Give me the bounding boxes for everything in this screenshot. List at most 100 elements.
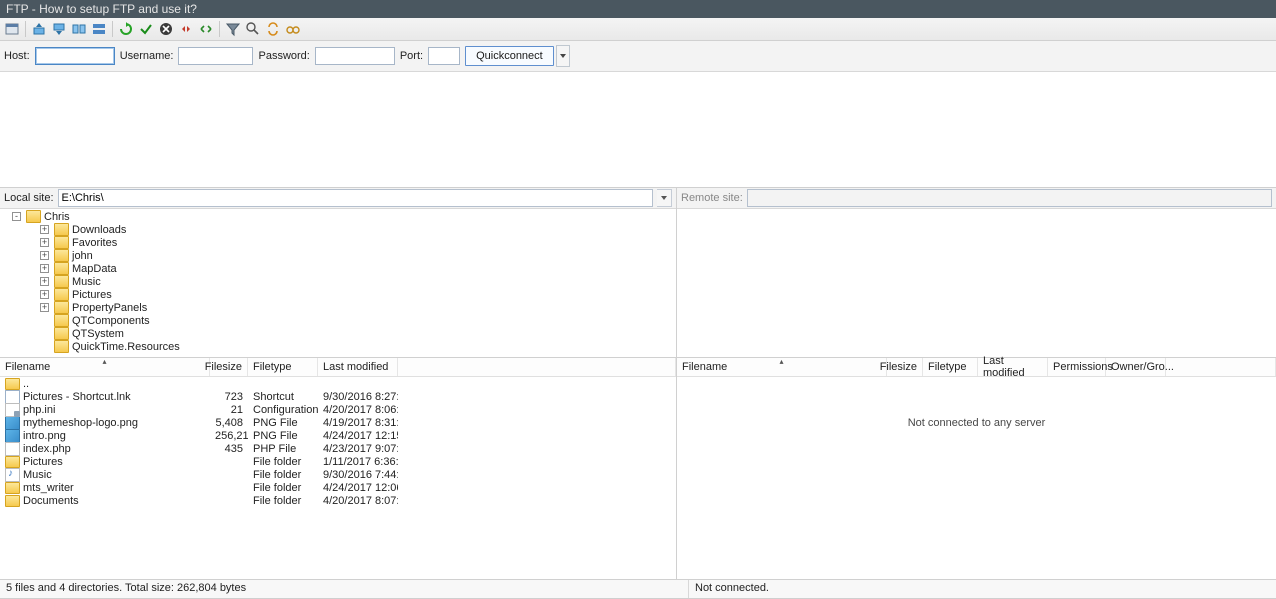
refresh-icon[interactable] [117, 20, 135, 38]
tree-item[interactable]: +Favorites [40, 236, 676, 249]
password-label: Password: [258, 50, 309, 62]
file-mod: 4/20/2017 8:07:31 ... [318, 495, 398, 507]
sync-icon[interactable] [70, 20, 88, 38]
local-file-list[interactable]: ..Pictures - Shortcut.lnk723Shortcut9/30… [0, 377, 676, 579]
file-row[interactable]: MusicFile folder9/30/2016 7:44:57 ... [0, 468, 676, 481]
png-icon [5, 416, 20, 430]
expander-icon[interactable]: - [12, 212, 21, 221]
file-type: File folder [248, 495, 318, 507]
quickconnect-bar: Host: Username: Password: Port: Quickcon… [0, 41, 1276, 72]
folder-icon [54, 314, 69, 327]
file-size: 5,408 [210, 417, 248, 429]
tree-item[interactable]: +john [40, 249, 676, 262]
folder-icon [5, 482, 20, 494]
find-icon[interactable] [284, 20, 302, 38]
tree-item[interactable]: -Chris [26, 210, 676, 223]
cancel-icon[interactable] [157, 20, 175, 38]
file-name: Pictures [23, 456, 63, 468]
file-row[interactable]: mythemeshop-logo.png5,408PNG File4/19/20… [0, 416, 676, 429]
tree-item[interactable]: +Pictures [40, 288, 676, 301]
host-input[interactable] [35, 47, 115, 65]
remote-status: Not connected. [689, 580, 1276, 598]
file-mod: 1/11/2017 6:36:13 ... [318, 456, 398, 468]
expander-icon[interactable]: + [40, 251, 49, 260]
quickconnect-button[interactable]: Quickconnect [465, 46, 554, 66]
remote-file-list[interactable]: Not connected to any server [677, 377, 1276, 579]
password-input[interactable] [315, 47, 395, 65]
folder-icon [5, 378, 20, 390]
file-type: PNG File [248, 430, 318, 442]
tree-item[interactable]: + Downloads [40, 223, 676, 236]
file-name: mythemeshop-logo.png [23, 417, 138, 429]
col-lastmod[interactable]: Last modified [318, 358, 398, 376]
col-owner[interactable]: Owner/Gro... [1106, 358, 1166, 376]
folder-icon [54, 275, 69, 288]
col-permissions[interactable]: Permissions [1048, 358, 1106, 376]
file-row[interactable]: index.php435PHP File4/23/2017 9:07:46 ..… [0, 442, 676, 455]
quickconnect-dropdown[interactable] [556, 45, 570, 67]
tree-item[interactable]: +MapData [40, 262, 676, 275]
upload-icon[interactable] [30, 20, 48, 38]
folder-icon [54, 327, 69, 340]
download-icon[interactable] [50, 20, 68, 38]
col-filesize[interactable]: Filesize [210, 358, 248, 376]
site-manager-icon[interactable] [3, 20, 21, 38]
music-icon [5, 468, 20, 482]
file-row[interactable]: php.ini21Configuration ...4/20/2017 8:06… [0, 403, 676, 416]
folder-icon [54, 301, 69, 314]
folder-icon [5, 495, 20, 507]
file-row[interactable]: DocumentsFile folder4/20/2017 8:07:31 ..… [0, 494, 676, 507]
file-mod: 4/24/2017 12:15:04... [318, 430, 398, 442]
file-row[interactable]: mts_writerFile folder4/24/2017 12:06:54.… [0, 481, 676, 494]
expander-icon[interactable]: + [40, 277, 49, 286]
tree-label: QuickTime.Resources [72, 341, 180, 353]
tree-item[interactable]: QuickTime.Resources [40, 340, 676, 353]
process-icon[interactable] [137, 20, 155, 38]
col-filetype[interactable]: Filetype [248, 358, 318, 376]
port-input[interactable] [428, 47, 460, 65]
tree-item[interactable]: +Music [40, 275, 676, 288]
username-input[interactable] [178, 47, 253, 65]
toolbar-separator [219, 21, 220, 37]
col-filename[interactable]: Filename▴ [0, 358, 210, 376]
tree-label: Chris [44, 211, 70, 223]
file-row[interactable]: PicturesFile folder1/11/2017 6:36:13 ... [0, 455, 676, 468]
col-filetype[interactable]: Filetype [923, 358, 978, 376]
tree-label: Downloads [72, 224, 126, 236]
reconnect-icon[interactable] [197, 20, 215, 38]
local-file-header[interactable]: Filename▴ Filesize Filetype Last modifie… [0, 358, 676, 377]
file-size: 435 [210, 443, 248, 455]
file-type: File folder [248, 469, 318, 481]
file-row[interactable]: Pictures - Shortcut.lnk723Shortcut9/30/2… [0, 390, 676, 403]
expander-icon[interactable]: + [40, 303, 49, 312]
compare-icon[interactable] [244, 20, 262, 38]
local-site-input[interactable] [58, 189, 653, 207]
tree-item[interactable]: QTComponents [40, 314, 676, 327]
expander-icon[interactable]: + [40, 290, 49, 299]
tree-item[interactable]: QTSystem [40, 327, 676, 340]
remote-tree[interactable] [677, 209, 1276, 358]
toggle-icon[interactable] [90, 20, 108, 38]
col-lastmod[interactable]: Last modified [978, 358, 1048, 376]
col-filename[interactable]: Filename▴ [677, 358, 887, 376]
toolbar-separator [112, 21, 113, 37]
local-pane: Local site: -Chris+Downloads+Favorites+j… [0, 188, 677, 579]
expander-icon[interactable]: + [40, 225, 49, 234]
col-filesize[interactable]: Filesize [887, 358, 923, 376]
filter-icon[interactable] [224, 20, 242, 38]
file-size: 21 [210, 404, 248, 416]
tree-label: PropertyPanels [72, 302, 147, 314]
file-row[interactable]: .. [0, 377, 676, 390]
disconnect-icon[interactable] [177, 20, 195, 38]
file-row[interactable]: intro.png256,217PNG File4/24/2017 12:15:… [0, 429, 676, 442]
local-tree[interactable]: -Chris+Downloads+Favorites+john+MapData+… [0, 209, 676, 358]
file-type: File folder [248, 482, 318, 494]
remote-file-header[interactable]: Filename▴ Filesize Filetype Last modifie… [677, 358, 1276, 377]
local-site-dropdown[interactable] [657, 189, 672, 207]
message-log[interactable] [0, 72, 1276, 188]
expander-icon[interactable]: + [40, 264, 49, 273]
tree-item[interactable]: + PropertyPanels [40, 301, 676, 314]
sync-browse-icon[interactable] [264, 20, 282, 38]
file-mod: 4/23/2017 9:07:46 ... [318, 443, 398, 455]
expander-icon[interactable]: + [40, 238, 49, 247]
